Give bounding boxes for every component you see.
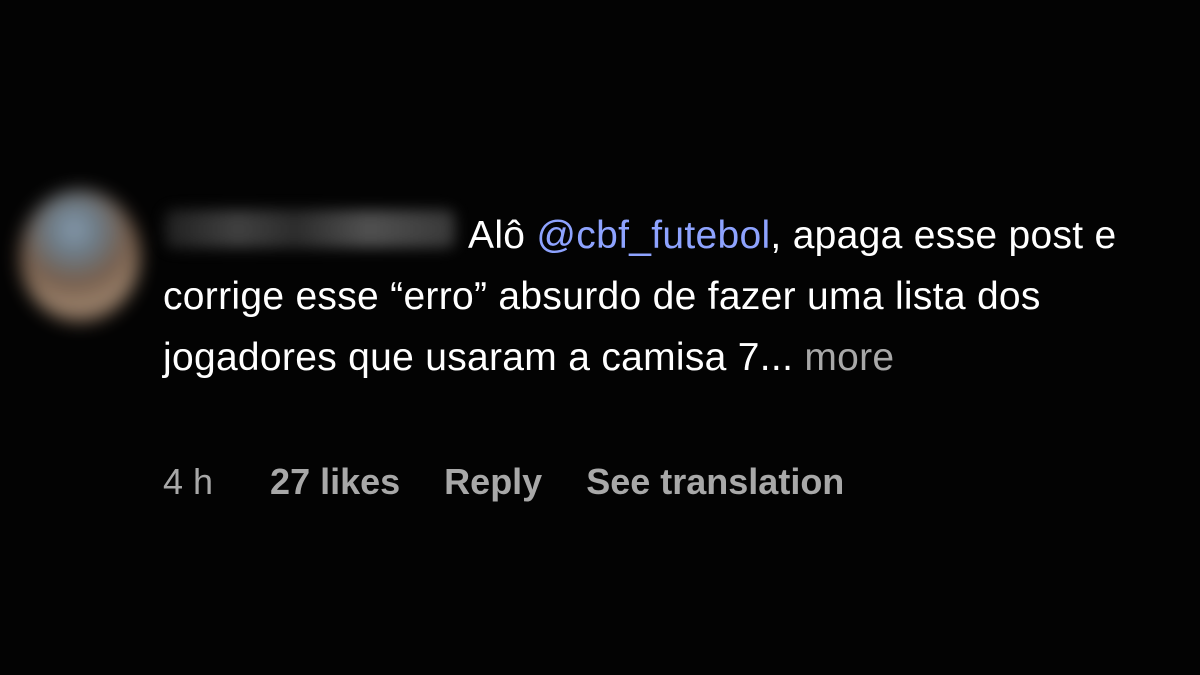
comment-meta-row: 4 h 27 likes Reply See translation	[163, 458, 844, 506]
comment-screen: Alô @cbf_futebol, apaga esse post e corr…	[0, 0, 1200, 675]
mention-link[interactable]: @cbf_futebol	[536, 214, 770, 257]
reply-button[interactable]: Reply	[444, 458, 542, 506]
comment-text-start: Alô	[468, 214, 537, 257]
avatar[interactable]	[20, 190, 140, 322]
more-link[interactable]: more	[793, 336, 894, 379]
likes-count[interactable]: 27 likes	[270, 458, 400, 506]
timestamp: 4 h	[163, 461, 214, 502]
see-translation-button[interactable]: See translation	[586, 458, 844, 506]
comment-text: Alô @cbf_futebol, apaga esse post e corr…	[163, 205, 1163, 388]
